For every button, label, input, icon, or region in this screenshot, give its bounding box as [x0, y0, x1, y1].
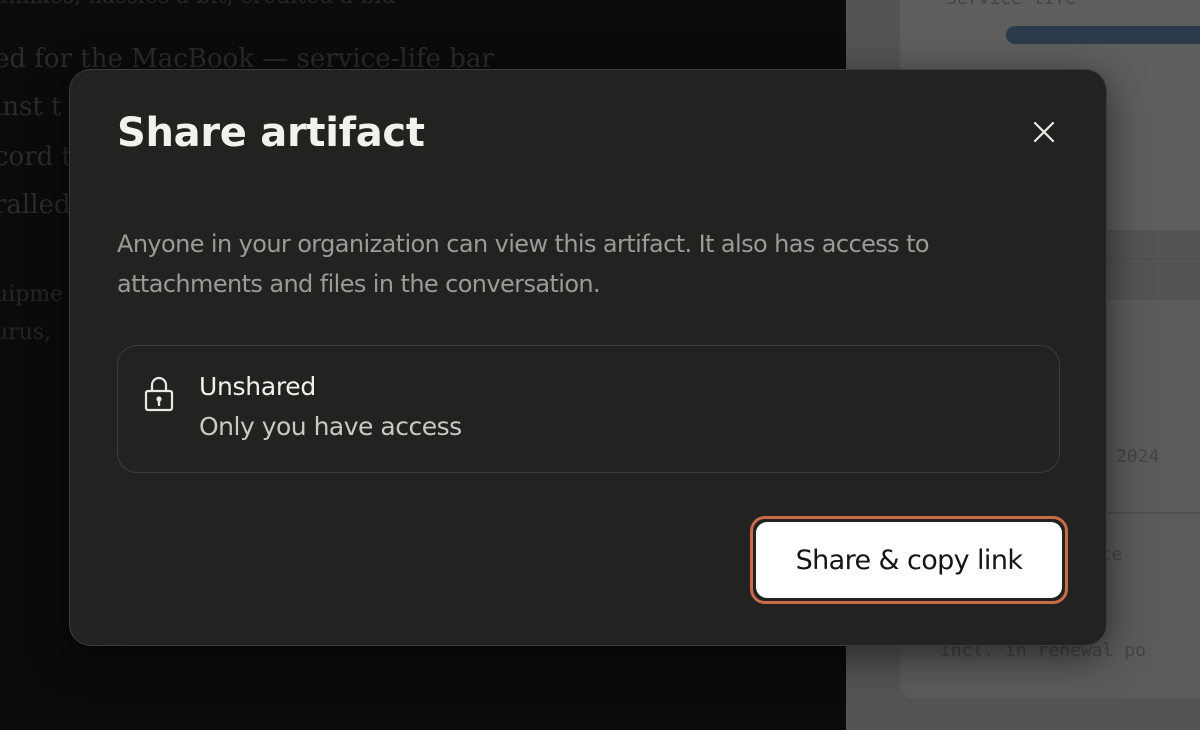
close-button[interactable]: [1020, 108, 1068, 156]
share-copy-link-button[interactable]: Share & copy link: [756, 522, 1062, 598]
background-panel-text: Service life: [946, 0, 1076, 9]
share-artifact-dialog: Share artifact Anyone in your organizati…: [69, 69, 1107, 646]
lock-icon: [144, 376, 174, 412]
dialog-description: Anyone in your organization can view thi…: [117, 230, 930, 298]
background-text-line: uipme: [0, 282, 64, 307]
close-icon: [1033, 121, 1055, 143]
background-panel-text: 2024: [1116, 446, 1160, 467]
access-status-subtitle: Only you have access: [199, 412, 462, 441]
background-text-line: unlikes, hassles a bit, credited a bid: [0, 0, 396, 8]
access-status-card: Unshared Only you have access: [117, 345, 1060, 473]
background-progress-bar: [1006, 26, 1200, 44]
share-button-focus-ring: Share & copy link: [750, 516, 1068, 604]
screen: unlikes, hassles a bit, credited a bid e…: [0, 0, 1200, 730]
background-text-line: inst t: [0, 92, 62, 122]
background-text-line: urus,: [0, 320, 52, 345]
background-text-line: cord t: [0, 142, 72, 172]
dialog-title: Share artifact: [117, 110, 425, 156]
access-status-title: Unshared: [199, 372, 316, 401]
background-text-line: ralled: [0, 190, 71, 220]
